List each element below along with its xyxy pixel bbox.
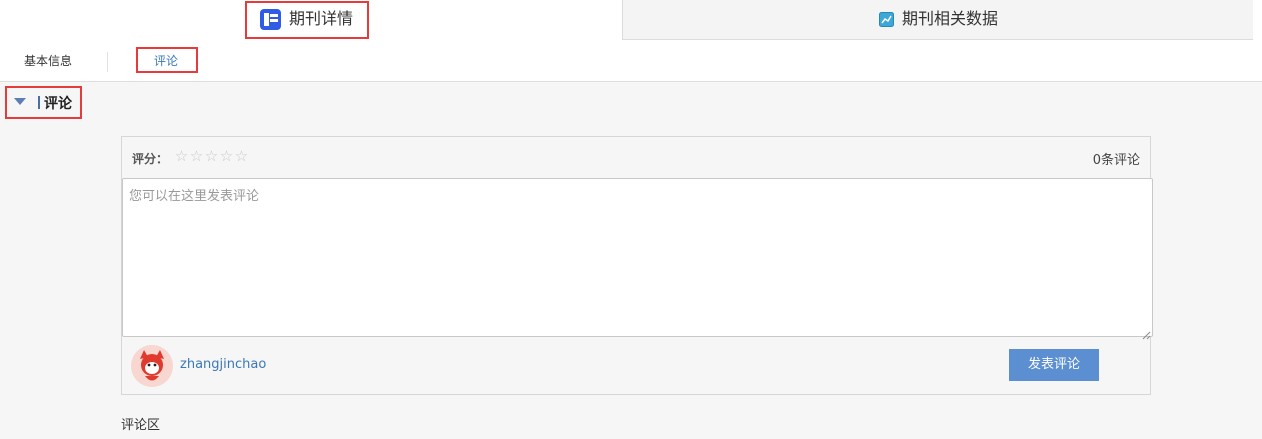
star-icon[interactable]: ☆ xyxy=(189,148,204,164)
comment-count: 0条评论 xyxy=(1092,153,1140,168)
tab-journal-detail-label: 期刊详情 xyxy=(289,9,354,28)
comment-textarea[interactable] xyxy=(122,178,1153,337)
comment-section-header[interactable]: 评论 xyxy=(5,86,82,119)
star-icon[interactable]: ☆ xyxy=(234,148,249,164)
rating-row: 评分： ☆ ☆ ☆ ☆ ☆ 0条评论 xyxy=(122,137,1150,178)
submit-comment-button[interactable]: 发表评论 xyxy=(1009,349,1099,381)
chart-icon xyxy=(879,12,894,27)
star-icon[interactable]: ☆ xyxy=(219,148,234,164)
comment-section-title: 评论 xyxy=(44,96,72,112)
comment-user-row: zhangjinchao 发表评论 xyxy=(122,337,1150,395)
comment-zone-label: 评论区 xyxy=(121,418,161,433)
rating-label: 评分： xyxy=(132,152,169,166)
username-link[interactable]: zhangjinchao xyxy=(180,357,266,372)
tab-journal-detail[interactable]: 期刊详情 xyxy=(0,0,622,40)
star-rating[interactable]: ☆ ☆ ☆ ☆ ☆ xyxy=(174,148,249,164)
subnav-basic-info[interactable]: 基本信息 xyxy=(24,52,72,69)
star-icon[interactable]: ☆ xyxy=(174,148,189,164)
subnav-divider xyxy=(107,52,108,72)
comment-panel: 评分： ☆ ☆ ☆ ☆ ☆ 0条评论 您可以在这里发表评论 zhangjinch… xyxy=(121,136,1153,395)
avatar[interactable] xyxy=(131,345,173,387)
tab-journal-related-data-label: 期刊相关数据 xyxy=(902,9,999,28)
subnav-comments[interactable]: 评论 xyxy=(154,52,178,69)
tab-bar: 期刊详情 期刊相关数据 xyxy=(0,0,1262,40)
tab-journal-related-data[interactable]: 期刊相关数据 xyxy=(622,0,1253,40)
resize-grip-icon[interactable] xyxy=(1142,325,1151,340)
section-bar-marker xyxy=(38,96,40,109)
sub-navigation: 基本信息 评论 xyxy=(0,40,1262,82)
collapse-caret-icon[interactable] xyxy=(14,98,26,105)
star-icon[interactable]: ☆ xyxy=(204,148,219,164)
journal-detail-icon xyxy=(260,9,281,30)
